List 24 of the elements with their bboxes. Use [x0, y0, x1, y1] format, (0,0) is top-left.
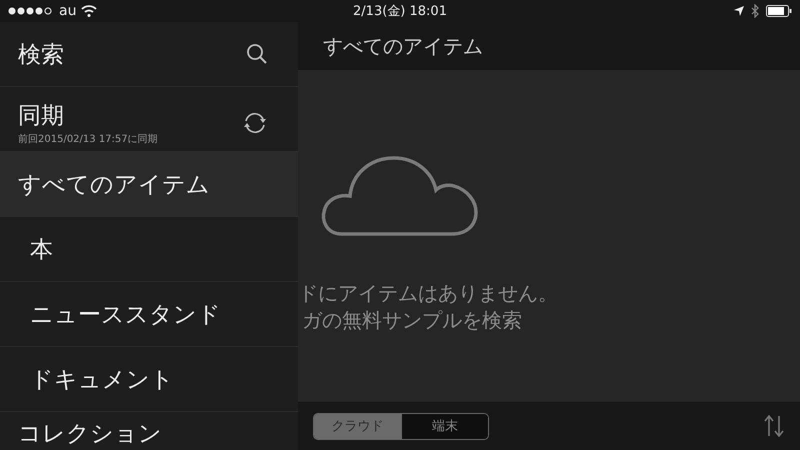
menu-label: 同期 — [18, 102, 65, 131]
location-arrow-icon — [734, 6, 744, 16]
menu-label: コレクション — [18, 420, 163, 449]
empty-message-text: ドにアイテムはありません。 — [298, 280, 559, 307]
empty-message-text: ガの無料サンプルを検索 — [301, 307, 523, 334]
wifi-icon — [81, 5, 98, 17]
segment-tab[interactable]: 端末 — [401, 414, 488, 438]
search-icon[interactable] — [246, 43, 268, 65]
last-sync-text: 前回2015/02/13 17:57に同期 — [18, 132, 159, 146]
menu-label: ドキュメント — [30, 366, 175, 394]
page-title: すべてのアイテム — [323, 32, 483, 60]
battery-icon — [766, 5, 792, 17]
signal-icon — [8, 7, 54, 15]
status-time: 2/13(金) 18:01 — [353, 3, 447, 20]
menu-label: 本 — [30, 236, 54, 264]
sync-icon[interactable] — [242, 110, 268, 136]
menu-label: 検索 — [18, 40, 65, 70]
menu-label: すべてのアイテム — [18, 170, 211, 200]
bluetooth-icon — [751, 4, 759, 18]
sort-icon[interactable] — [764, 415, 784, 437]
carrier-name: au — [59, 3, 76, 19]
menu-item[interactable]: すべてのアイテム — [0, 152, 298, 217]
menu-label: ニューススタンド — [30, 300, 222, 330]
menu-item[interactable]: コレクション — [0, 412, 298, 450]
